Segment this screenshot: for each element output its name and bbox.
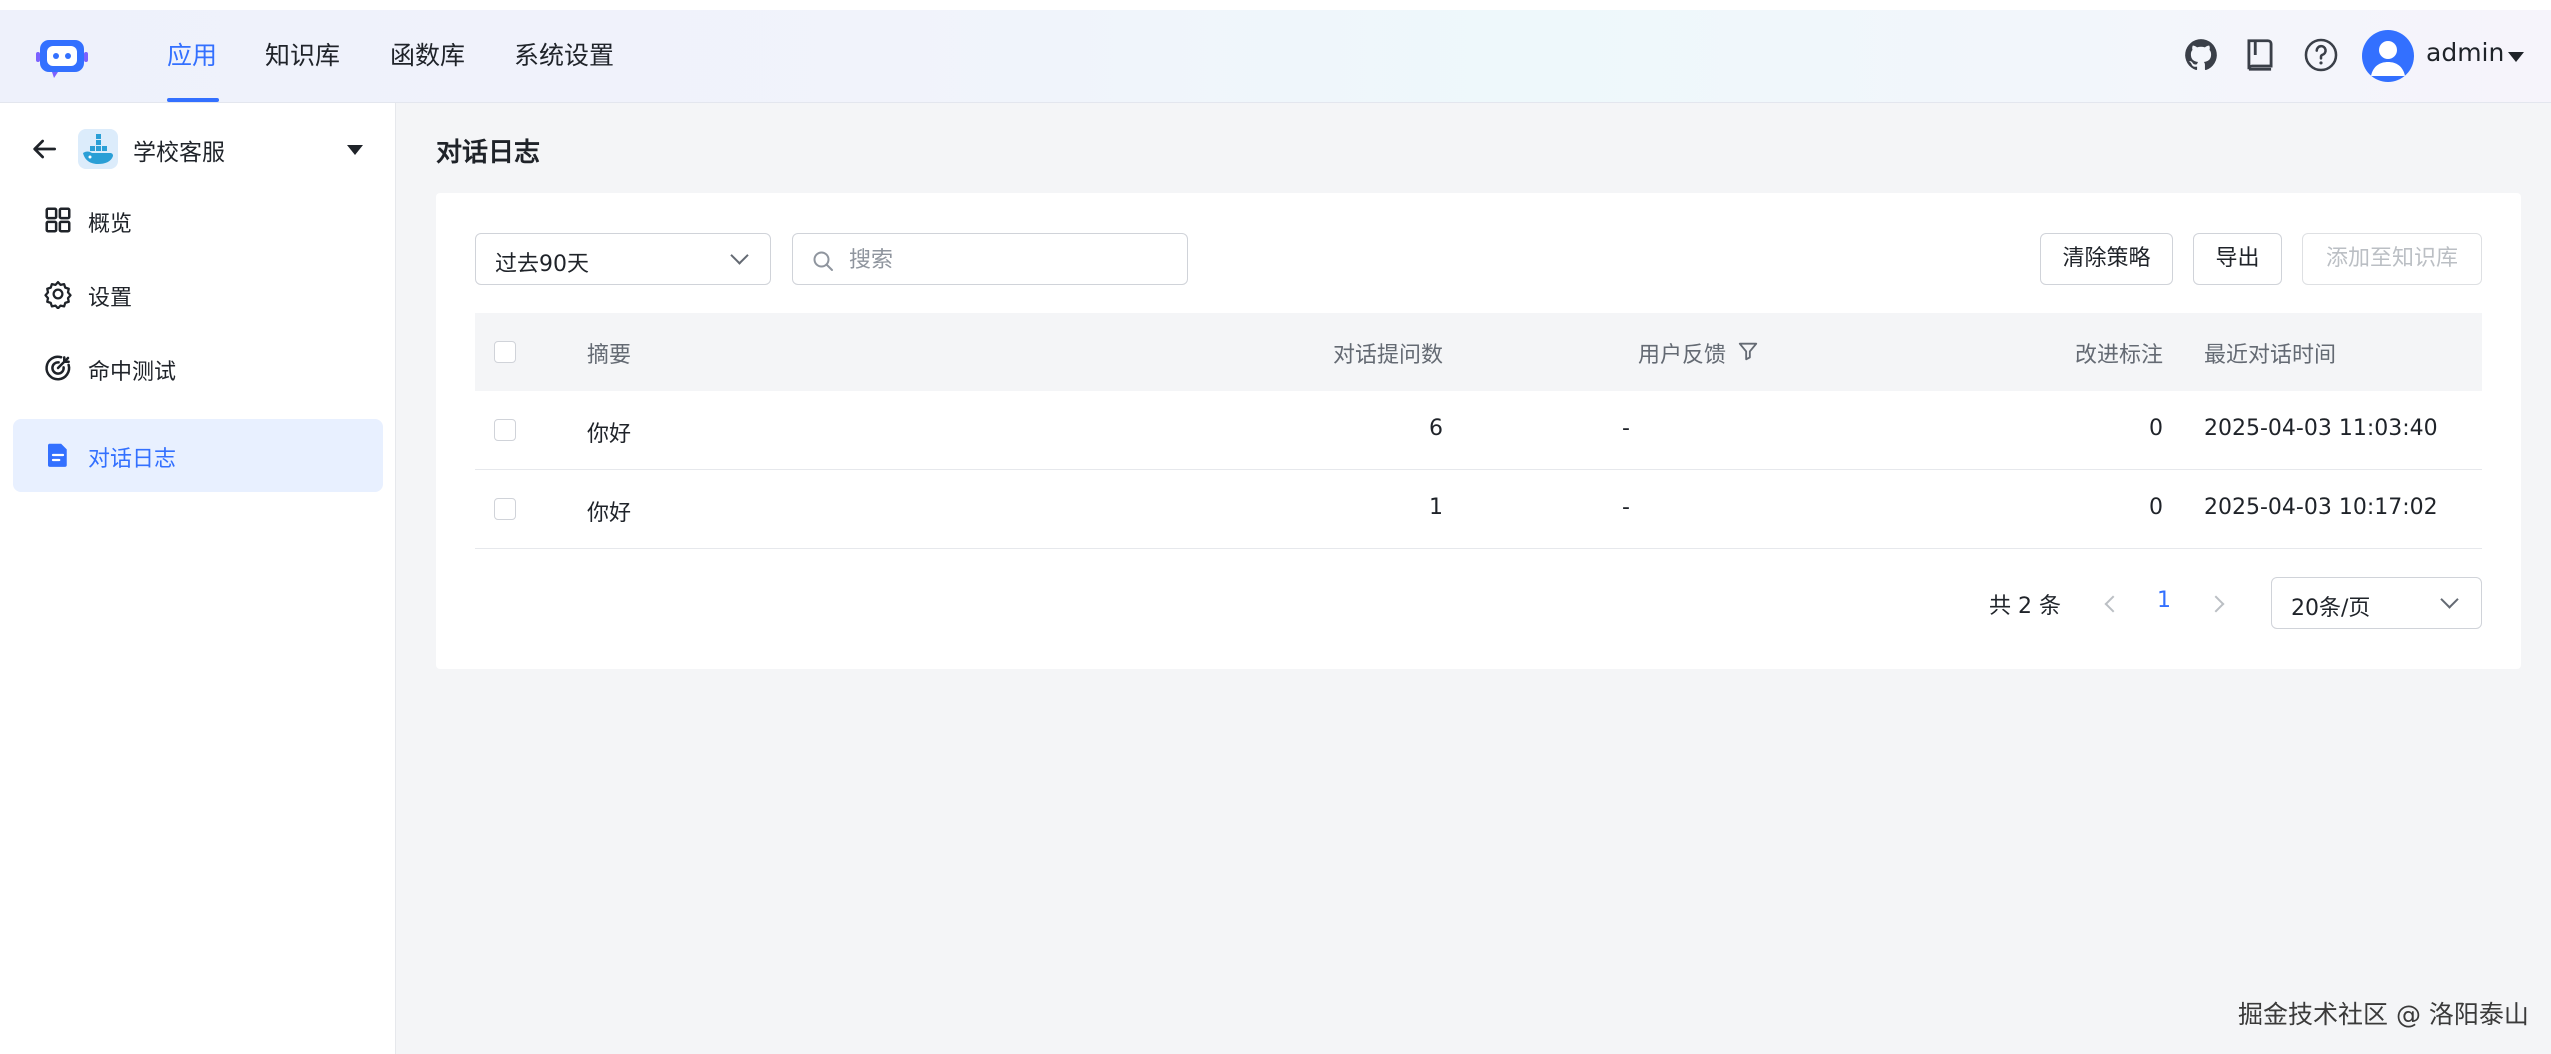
cell-improvements: 0 xyxy=(2149,495,2163,520)
nav-tab-knowledge[interactable]: 知识库 xyxy=(265,36,340,72)
add-to-knowledge-base-button[interactable]: 添加至知识库 xyxy=(2302,233,2482,285)
row-checkbox[interactable] xyxy=(494,419,516,441)
nav-tab-apps[interactable]: 应用 xyxy=(167,36,217,72)
column-header-summary: 摘要 xyxy=(587,343,632,368)
cell-user-feedback: - xyxy=(1622,495,1630,520)
clear-policy-button[interactable]: 清除策略 xyxy=(2040,233,2173,285)
sidebar-item-label: 命中测试 xyxy=(88,360,177,385)
table-row[interactable]: 你好 1 - 0 2025-04-03 10:17:02 xyxy=(475,470,2482,549)
nav-tab-functions[interactable]: 函数库 xyxy=(390,36,465,72)
grid-icon xyxy=(45,207,71,233)
page-size-value: 20条/页 xyxy=(2291,596,2371,621)
nav-active-indicator xyxy=(167,98,219,102)
sidebar-item-overview[interactable]: 概览 xyxy=(13,184,383,257)
app-avatar-icon xyxy=(78,129,118,169)
document-icon xyxy=(47,443,67,467)
book-icon[interactable] xyxy=(2241,36,2279,74)
sidebar-item-hit-test[interactable]: 命中测试 xyxy=(13,332,383,405)
column-header-question-count: 对话提问数 xyxy=(1332,343,1443,368)
export-button[interactable]: 导出 xyxy=(2193,233,2282,285)
chevron-down-icon xyxy=(730,246,749,265)
page-title: 对话日志 xyxy=(436,138,541,168)
window-top-strip xyxy=(0,0,2551,10)
date-range-select[interactable]: 过去90天 xyxy=(475,233,771,285)
cell-user-feedback: - xyxy=(1622,416,1630,441)
app-switch-caret-icon[interactable] xyxy=(347,145,363,155)
pagination-total: 共 2 条 xyxy=(1989,594,2061,619)
sidebar-item-settings[interactable]: 设置 xyxy=(13,258,383,331)
back-arrow-icon[interactable] xyxy=(28,133,60,165)
cell-question-count: 1 xyxy=(1429,495,1443,520)
date-range-value: 过去90天 xyxy=(495,252,589,277)
row-checkbox[interactable] xyxy=(494,498,516,520)
cell-improvements: 0 xyxy=(2149,416,2163,441)
page-size-select[interactable]: 20条/页 xyxy=(2271,577,2482,629)
app-logo-icon[interactable] xyxy=(36,32,88,84)
top-header: 应用 知识库 函数库 系统设置 admin xyxy=(0,10,2551,103)
column-header-last-chat-time: 最近对话时间 xyxy=(2204,343,2337,368)
target-icon xyxy=(45,355,71,381)
sidebar-item-label: 概览 xyxy=(88,212,133,237)
sidebar-item-label: 对话日志 xyxy=(88,447,177,472)
sidebar-item-label: 设置 xyxy=(88,286,133,311)
cell-last-chat-time: 2025-04-03 10:17:02 xyxy=(2204,495,2438,520)
table-row[interactable]: 你好 6 - 0 2025-04-03 11:03:40 xyxy=(475,391,2482,470)
cell-question-count: 6 xyxy=(1429,416,1443,441)
search-icon xyxy=(813,251,833,271)
app-name: 学校客服 xyxy=(133,140,225,166)
table-header: 摘要 对话提问数 用户反馈 改进标注 最近对话时间 xyxy=(475,313,2482,391)
column-header-improvements: 改进标注 xyxy=(2074,343,2163,368)
username-label[interactable]: admin xyxy=(2426,38,2504,67)
gear-icon xyxy=(44,281,72,309)
column-header-user-feedback: 用户反馈 xyxy=(1638,343,1727,368)
sidebar-item-chat-logs[interactable]: 对话日志 xyxy=(13,419,383,492)
watermark: 掘金技术社区 @ 洛阳泰山 xyxy=(2238,1000,2529,1029)
chevron-down-icon xyxy=(2440,590,2459,609)
nav-tab-settings[interactable]: 系统设置 xyxy=(514,36,614,72)
user-icon xyxy=(2371,41,2405,76)
select-all-checkbox[interactable] xyxy=(494,341,516,363)
cell-summary: 你好 xyxy=(587,501,632,526)
filter-icon[interactable] xyxy=(1737,340,1759,362)
cell-summary: 你好 xyxy=(587,422,632,447)
avatar[interactable] xyxy=(2362,30,2414,82)
page-number-current[interactable]: 1 xyxy=(2157,588,2171,613)
user-menu-caret-icon[interactable] xyxy=(2508,52,2524,62)
sidebar: 学校客服 概览 设置 命中测试 对话日志 xyxy=(0,103,396,1054)
search-input[interactable] xyxy=(847,234,1171,286)
github-icon[interactable] xyxy=(2182,36,2220,74)
cell-last-chat-time: 2025-04-03 11:03:40 xyxy=(2204,416,2438,441)
help-icon[interactable] xyxy=(2302,36,2340,74)
search-field[interactable] xyxy=(792,233,1188,286)
